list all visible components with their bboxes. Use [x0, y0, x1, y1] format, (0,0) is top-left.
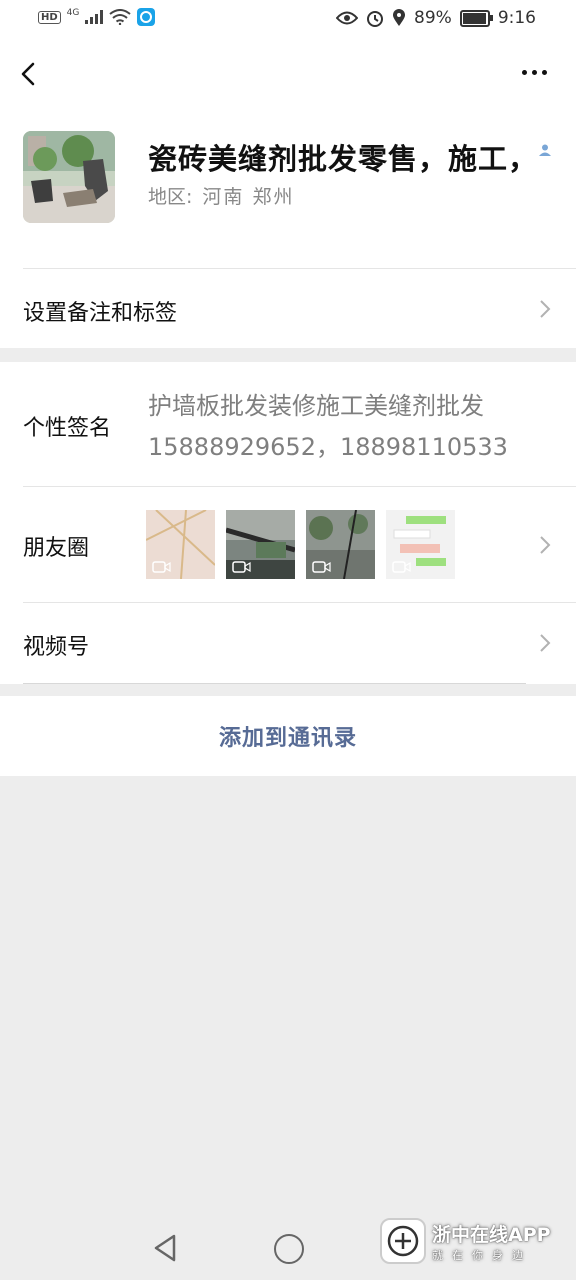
moments-label: 朋友圈 [23, 536, 90, 561]
channels-row[interactable]: 视频号 [0, 602, 576, 684]
watermark-logo-icon [380, 1218, 426, 1264]
moments-thumbnail [226, 510, 295, 579]
back-arrow-icon [21, 62, 35, 86]
back-button[interactable] [14, 58, 46, 90]
region-value: 河南 郑州 [202, 186, 295, 208]
video-icon [312, 561, 331, 573]
video-icon [232, 561, 251, 573]
contact-name: 瓷砖美缝剂批发零售，施工， [148, 142, 539, 176]
remark-tags-row[interactable]: 设置备注和标签 [0, 268, 576, 348]
more-dot-icon [521, 69, 527, 75]
system-nav-bar: 浙中在线APP 就在你身边 [0, 1215, 576, 1280]
add-to-contacts-button[interactable]: 添加到通讯录 [0, 696, 576, 776]
divider [23, 268, 576, 269]
watermark-subtitle: 就在你身边 [432, 1248, 532, 1262]
system-back-icon[interactable] [152, 1233, 178, 1263]
video-icon [392, 561, 411, 573]
moments-thumbnail [146, 510, 215, 579]
video-icon [152, 561, 171, 573]
more-dot-icon [531, 69, 537, 75]
moments-row[interactable]: 朋友圈 [0, 486, 576, 602]
nav-bar [0, 40, 576, 110]
signature-text: 护墙板批发装修施工美缝剂批发15888929652，18898110533 [148, 392, 508, 461]
eye-icon [336, 11, 359, 25]
more-dot-icon [541, 69, 547, 75]
chevron-right-icon [540, 536, 551, 554]
hd-badge: HD [38, 10, 61, 24]
signature-label: 个性签名 [23, 416, 112, 441]
divider [23, 683, 526, 684]
profile-card: 瓷砖美缝剂批发零售，施工， 地区: 河南 郑州 [0, 110, 576, 268]
wifi-icon [109, 9, 131, 25]
more-options-button[interactable] [514, 60, 554, 84]
app-notification-icon [137, 8, 156, 26]
battery-percent: 89% [414, 8, 452, 28]
clock: 9:16 [497, 8, 536, 28]
channels-label: 视频号 [23, 635, 90, 660]
system-home-icon[interactable] [274, 1234, 304, 1264]
region: 地区: 河南 郑州 [148, 182, 294, 209]
alarm-icon [367, 11, 384, 27]
location-icon [393, 9, 406, 26]
region-label: 地区: [148, 186, 193, 208]
watermark: 浙中在线APP 就在你身边 [380, 1218, 551, 1264]
avatar[interactable] [23, 131, 115, 223]
battery-icon [459, 9, 493, 27]
status-bar: HD 4G 89% 9:16 [0, 0, 576, 40]
chevron-right-icon [540, 300, 551, 318]
watermark-title: 浙中在线APP [432, 1223, 551, 1246]
moments-thumbnail [386, 510, 455, 579]
person-icon [539, 144, 551, 156]
chevron-right-icon [540, 634, 551, 652]
info-section: 个性签名 护墙板批发装修施工美缝剂批发15888929652，188981105… [0, 362, 576, 684]
add-to-contacts-label: 添加到通讯录 [218, 726, 357, 751]
remark-tags-label: 设置备注和标签 [23, 301, 178, 326]
signal-label: 4G [66, 8, 80, 18]
moments-thumbnail [306, 510, 375, 579]
signal-icon [85, 10, 104, 24]
